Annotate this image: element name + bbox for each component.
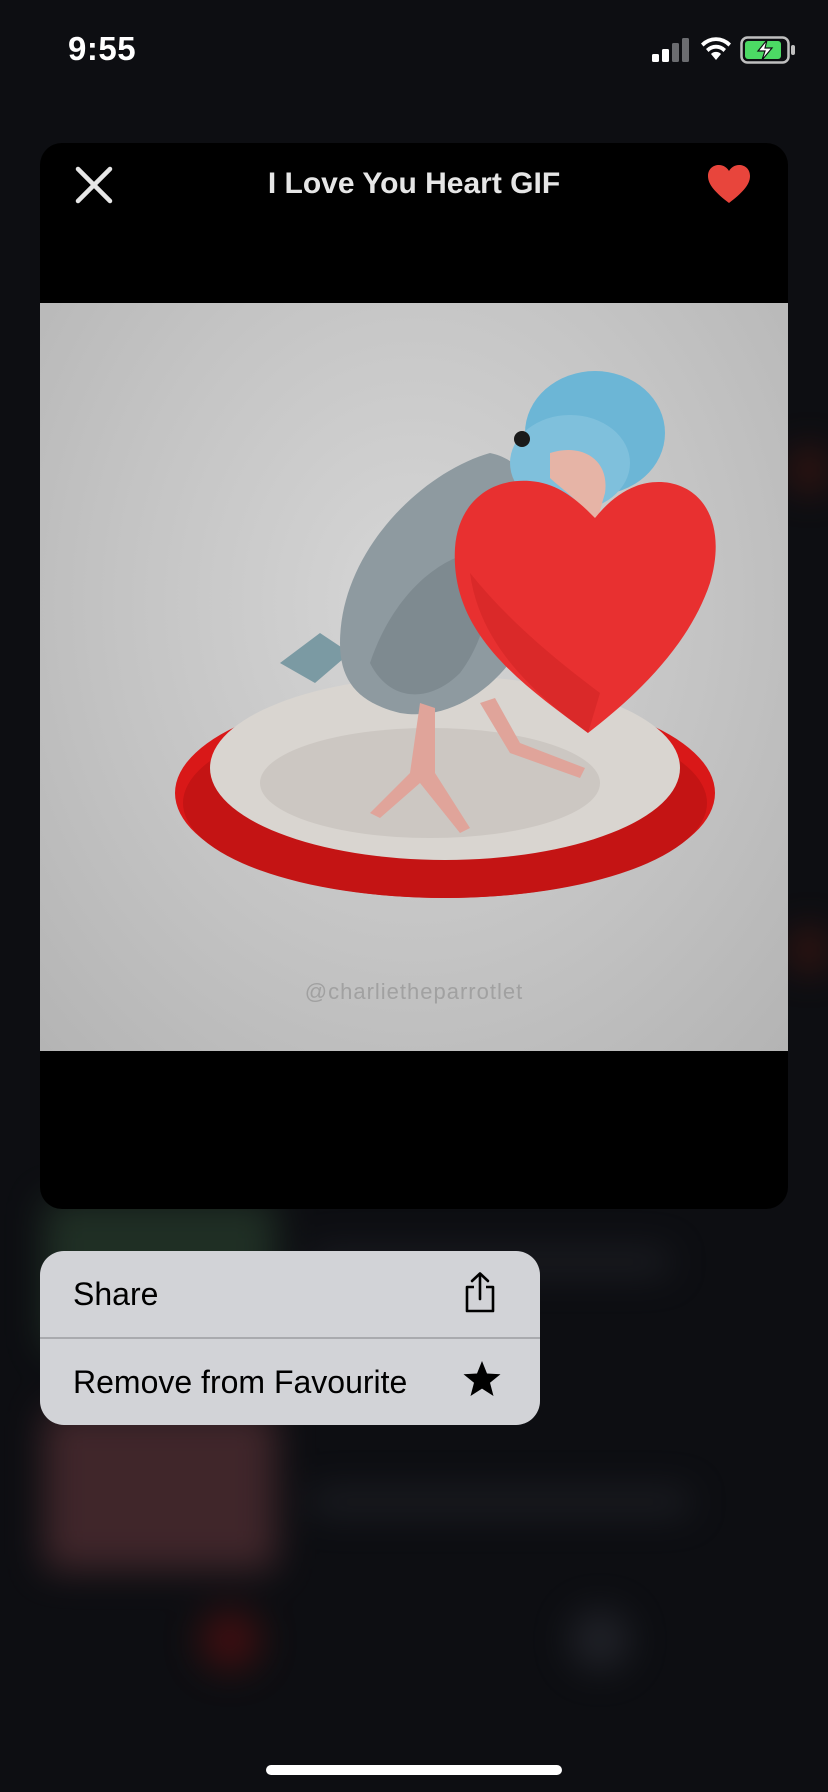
close-icon: [75, 166, 113, 204]
background-accent: [790, 930, 828, 970]
status-bar: 9:55: [0, 0, 828, 100]
wifi-icon: [700, 36, 732, 67]
close-button[interactable]: [74, 165, 114, 205]
parrot-with-heart-illustration: [175, 371, 716, 898]
screen: 9:55 I Love You Heart GIF @charliethepar…: [0, 0, 828, 1792]
gif-image[interactable]: @charlietheparrotlet: [40, 303, 788, 1051]
remove-favourite-label: Remove from Favourite: [73, 1364, 408, 1400]
background-tab-icon: [200, 1610, 260, 1670]
share-icon: [462, 1271, 498, 1320]
background-text: [310, 1490, 690, 1514]
home-indicator[interactable]: [266, 1765, 562, 1775]
share-label: Share: [73, 1276, 159, 1312]
context-menu: Share Remove from Favourite: [40, 1251, 540, 1425]
share-menu-item[interactable]: Share: [40, 1251, 540, 1337]
remove-from-favourite-menu-item[interactable]: Remove from Favourite: [40, 1339, 540, 1425]
background-accent: [790, 450, 828, 490]
battery-charging-icon: [740, 36, 796, 69]
status-time: 9:55: [68, 30, 137, 67]
background-tab-icon: [570, 1610, 630, 1670]
favorite-button[interactable]: [706, 163, 752, 205]
gif-title: I Love You Heart GIF: [267, 167, 561, 200]
gif-watermark: @charlietheparrotlet: [304, 979, 524, 1004]
preview-header: I Love You Heart GIF: [40, 143, 788, 227]
heart-icon: [708, 165, 750, 203]
star-icon: [462, 1359, 502, 1404]
gif-preview-card: I Love You Heart GIF @charlietheparrotle…: [40, 143, 788, 1209]
background-thumbnail: [44, 1410, 276, 1570]
cellular-signal-icon: [652, 38, 690, 67]
